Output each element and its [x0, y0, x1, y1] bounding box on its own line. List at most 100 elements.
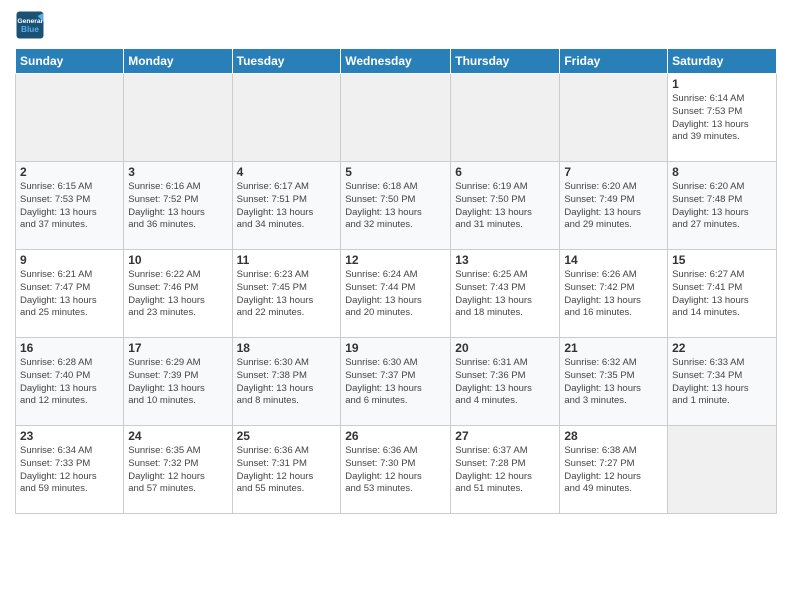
- week-row-3: 9 Sunrise: 6:21 AM Sunset: 7:47 PM Daylig…: [16, 250, 777, 338]
- day-number: 7: [564, 165, 663, 179]
- day-cell: 9 Sunrise: 6:21 AM Sunset: 7:47 PM Daylig…: [16, 250, 124, 338]
- day-info: Sunrise: 6:25 AM Sunset: 7:43 PM Dayligh…: [455, 269, 555, 320]
- day-number: 13: [455, 253, 555, 267]
- day-number: 28: [564, 429, 663, 443]
- week-row-4: 16 Sunrise: 6:28 AM Sunset: 7:40 PM Dayli…: [16, 338, 777, 426]
- day-cell: 24Sunrise: 6:35 AM Sunset: 7:32 PM Dayli…: [124, 426, 232, 514]
- day-cell: 6 Sunrise: 6:19 AM Sunset: 7:50 PM Daylig…: [451, 162, 560, 250]
- day-info: Sunrise: 6:23 AM Sunset: 7:45 PM Dayligh…: [237, 269, 337, 320]
- day-cell: [16, 74, 124, 162]
- day-cell: 21 Sunrise: 6:32 AM Sunset: 7:35 PM Dayli…: [560, 338, 668, 426]
- day-number: 11: [237, 253, 337, 267]
- day-info: Sunrise: 6:26 AM Sunset: 7:42 PM Dayligh…: [564, 269, 663, 320]
- day-info: Sunrise: 6:24 AM Sunset: 7:44 PM Dayligh…: [345, 269, 446, 320]
- day-header-sunday: Sunday: [16, 49, 124, 74]
- day-info: Sunrise: 6:36 AM Sunset: 7:30 PM Dayligh…: [345, 445, 446, 496]
- svg-text:General: General: [17, 18, 42, 25]
- calendar: SundayMondayTuesdayWednesdayThursdayFrid…: [15, 48, 777, 514]
- day-header-tuesday: Tuesday: [232, 49, 341, 74]
- day-info: Sunrise: 6:33 AM Sunset: 7:34 PM Dayligh…: [672, 357, 772, 408]
- day-info: Sunrise: 6:31 AM Sunset: 7:36 PM Dayligh…: [455, 357, 555, 408]
- day-cell: [451, 74, 560, 162]
- logo-icon: General Blue: [15, 10, 45, 40]
- day-cell: [232, 74, 341, 162]
- day-info: Sunrise: 6:27 AM Sunset: 7:41 PM Dayligh…: [672, 269, 772, 320]
- day-number: 14: [564, 253, 663, 267]
- day-cell: 27 Sunrise: 6:37 AM Sunset: 7:28 PM Dayli…: [451, 426, 560, 514]
- day-cell: 8 Sunrise: 6:20 AM Sunset: 7:48 PM Daylig…: [668, 162, 777, 250]
- day-header-wednesday: Wednesday: [341, 49, 451, 74]
- day-number: 5: [345, 165, 446, 179]
- header: General Blue: [15, 10, 777, 40]
- day-cell: 22Sunrise: 6:33 AM Sunset: 7:34 PM Dayli…: [668, 338, 777, 426]
- day-number: 19: [345, 341, 446, 355]
- day-cell: 12 Sunrise: 6:24 AM Sunset: 7:44 PM Dayli…: [341, 250, 451, 338]
- day-info: Sunrise: 6:19 AM Sunset: 7:50 PM Dayligh…: [455, 181, 555, 232]
- day-info: Sunrise: 6:18 AM Sunset: 7:50 PM Dayligh…: [345, 181, 446, 232]
- day-number: 9: [20, 253, 119, 267]
- day-cell: 19 Sunrise: 6:30 AM Sunset: 7:37 PM Dayli…: [341, 338, 451, 426]
- week-row-2: 2 Sunrise: 6:15 AM Sunset: 7:53 PM Daylig…: [16, 162, 777, 250]
- day-cell: 18 Sunrise: 6:30 AM Sunset: 7:38 PM Dayli…: [232, 338, 341, 426]
- day-info: Sunrise: 6:28 AM Sunset: 7:40 PM Dayligh…: [20, 357, 119, 408]
- day-header-monday: Monday: [124, 49, 232, 74]
- day-info: Sunrise: 6:20 AM Sunset: 7:48 PM Dayligh…: [672, 181, 772, 232]
- day-cell: 4Sunrise: 6:17 AM Sunset: 7:51 PM Daylig…: [232, 162, 341, 250]
- day-info: Sunrise: 6:30 AM Sunset: 7:38 PM Dayligh…: [237, 357, 337, 408]
- day-number: 27: [455, 429, 555, 443]
- day-number: 15: [672, 253, 772, 267]
- day-cell: 28 Sunrise: 6:38 AM Sunset: 7:27 PM Dayli…: [560, 426, 668, 514]
- week-row-5: 23 Sunrise: 6:34 AM Sunset: 7:33 PM Dayli…: [16, 426, 777, 514]
- day-info: Sunrise: 6:36 AM Sunset: 7:31 PM Dayligh…: [237, 445, 337, 496]
- day-info: Sunrise: 6:32 AM Sunset: 7:35 PM Dayligh…: [564, 357, 663, 408]
- day-cell: [560, 74, 668, 162]
- day-number: 12: [345, 253, 446, 267]
- day-info: Sunrise: 6:20 AM Sunset: 7:49 PM Dayligh…: [564, 181, 663, 232]
- day-number: 18: [237, 341, 337, 355]
- day-number: 20: [455, 341, 555, 355]
- calendar-header-row: SundayMondayTuesdayWednesdayThursdayFrid…: [16, 49, 777, 74]
- day-cell: 2 Sunrise: 6:15 AM Sunset: 7:53 PM Daylig…: [16, 162, 124, 250]
- day-number: 8: [672, 165, 772, 179]
- svg-text:Blue: Blue: [21, 25, 39, 34]
- day-info: Sunrise: 6:15 AM Sunset: 7:53 PM Dayligh…: [20, 181, 119, 232]
- page: General Blue SundayMondayTuesdayWednesda…: [0, 0, 792, 612]
- day-cell: 15 Sunrise: 6:27 AM Sunset: 7:41 PM Dayli…: [668, 250, 777, 338]
- day-info: Sunrise: 6:21 AM Sunset: 7:47 PM Dayligh…: [20, 269, 119, 320]
- day-header-thursday: Thursday: [451, 49, 560, 74]
- day-number: 2: [20, 165, 119, 179]
- day-cell: 26 Sunrise: 6:36 AM Sunset: 7:30 PM Dayli…: [341, 426, 451, 514]
- day-info: Sunrise: 6:38 AM Sunset: 7:27 PM Dayligh…: [564, 445, 663, 496]
- day-info: Sunrise: 6:30 AM Sunset: 7:37 PM Dayligh…: [345, 357, 446, 408]
- day-cell: 7 Sunrise: 6:20 AM Sunset: 7:49 PM Daylig…: [560, 162, 668, 250]
- day-number: 10: [128, 253, 227, 267]
- day-cell: 11 Sunrise: 6:23 AM Sunset: 7:45 PM Dayli…: [232, 250, 341, 338]
- day-info: Sunrise: 6:37 AM Sunset: 7:28 PM Dayligh…: [455, 445, 555, 496]
- day-header-friday: Friday: [560, 49, 668, 74]
- day-cell: 10Sunrise: 6:22 AM Sunset: 7:46 PM Dayli…: [124, 250, 232, 338]
- day-number: 21: [564, 341, 663, 355]
- day-cell: 14 Sunrise: 6:26 AM Sunset: 7:42 PM Dayli…: [560, 250, 668, 338]
- day-cell: [668, 426, 777, 514]
- day-number: 6: [455, 165, 555, 179]
- day-info: Sunrise: 6:29 AM Sunset: 7:39 PM Dayligh…: [128, 357, 227, 408]
- day-info: Sunrise: 6:16 AM Sunset: 7:52 PM Dayligh…: [128, 181, 227, 232]
- day-number: 1: [672, 77, 772, 91]
- day-cell: 25 Sunrise: 6:36 AM Sunset: 7:31 PM Dayli…: [232, 426, 341, 514]
- day-cell: [341, 74, 451, 162]
- day-cell: 1Sunrise: 6:14 AM Sunset: 7:53 PM Daylig…: [668, 74, 777, 162]
- day-number: 25: [237, 429, 337, 443]
- day-cell: 13 Sunrise: 6:25 AM Sunset: 7:43 PM Dayli…: [451, 250, 560, 338]
- day-info: Sunrise: 6:34 AM Sunset: 7:33 PM Dayligh…: [20, 445, 119, 496]
- logo: General Blue: [15, 10, 49, 40]
- day-number: 3: [128, 165, 227, 179]
- day-number: 23: [20, 429, 119, 443]
- day-info: Sunrise: 6:17 AM Sunset: 7:51 PM Dayligh…: [237, 181, 337, 232]
- day-header-saturday: Saturday: [668, 49, 777, 74]
- week-row-1: 1Sunrise: 6:14 AM Sunset: 7:53 PM Daylig…: [16, 74, 777, 162]
- day-number: 24: [128, 429, 227, 443]
- day-cell: 16 Sunrise: 6:28 AM Sunset: 7:40 PM Dayli…: [16, 338, 124, 426]
- day-number: 16: [20, 341, 119, 355]
- day-number: 26: [345, 429, 446, 443]
- day-cell: 17Sunrise: 6:29 AM Sunset: 7:39 PM Dayli…: [124, 338, 232, 426]
